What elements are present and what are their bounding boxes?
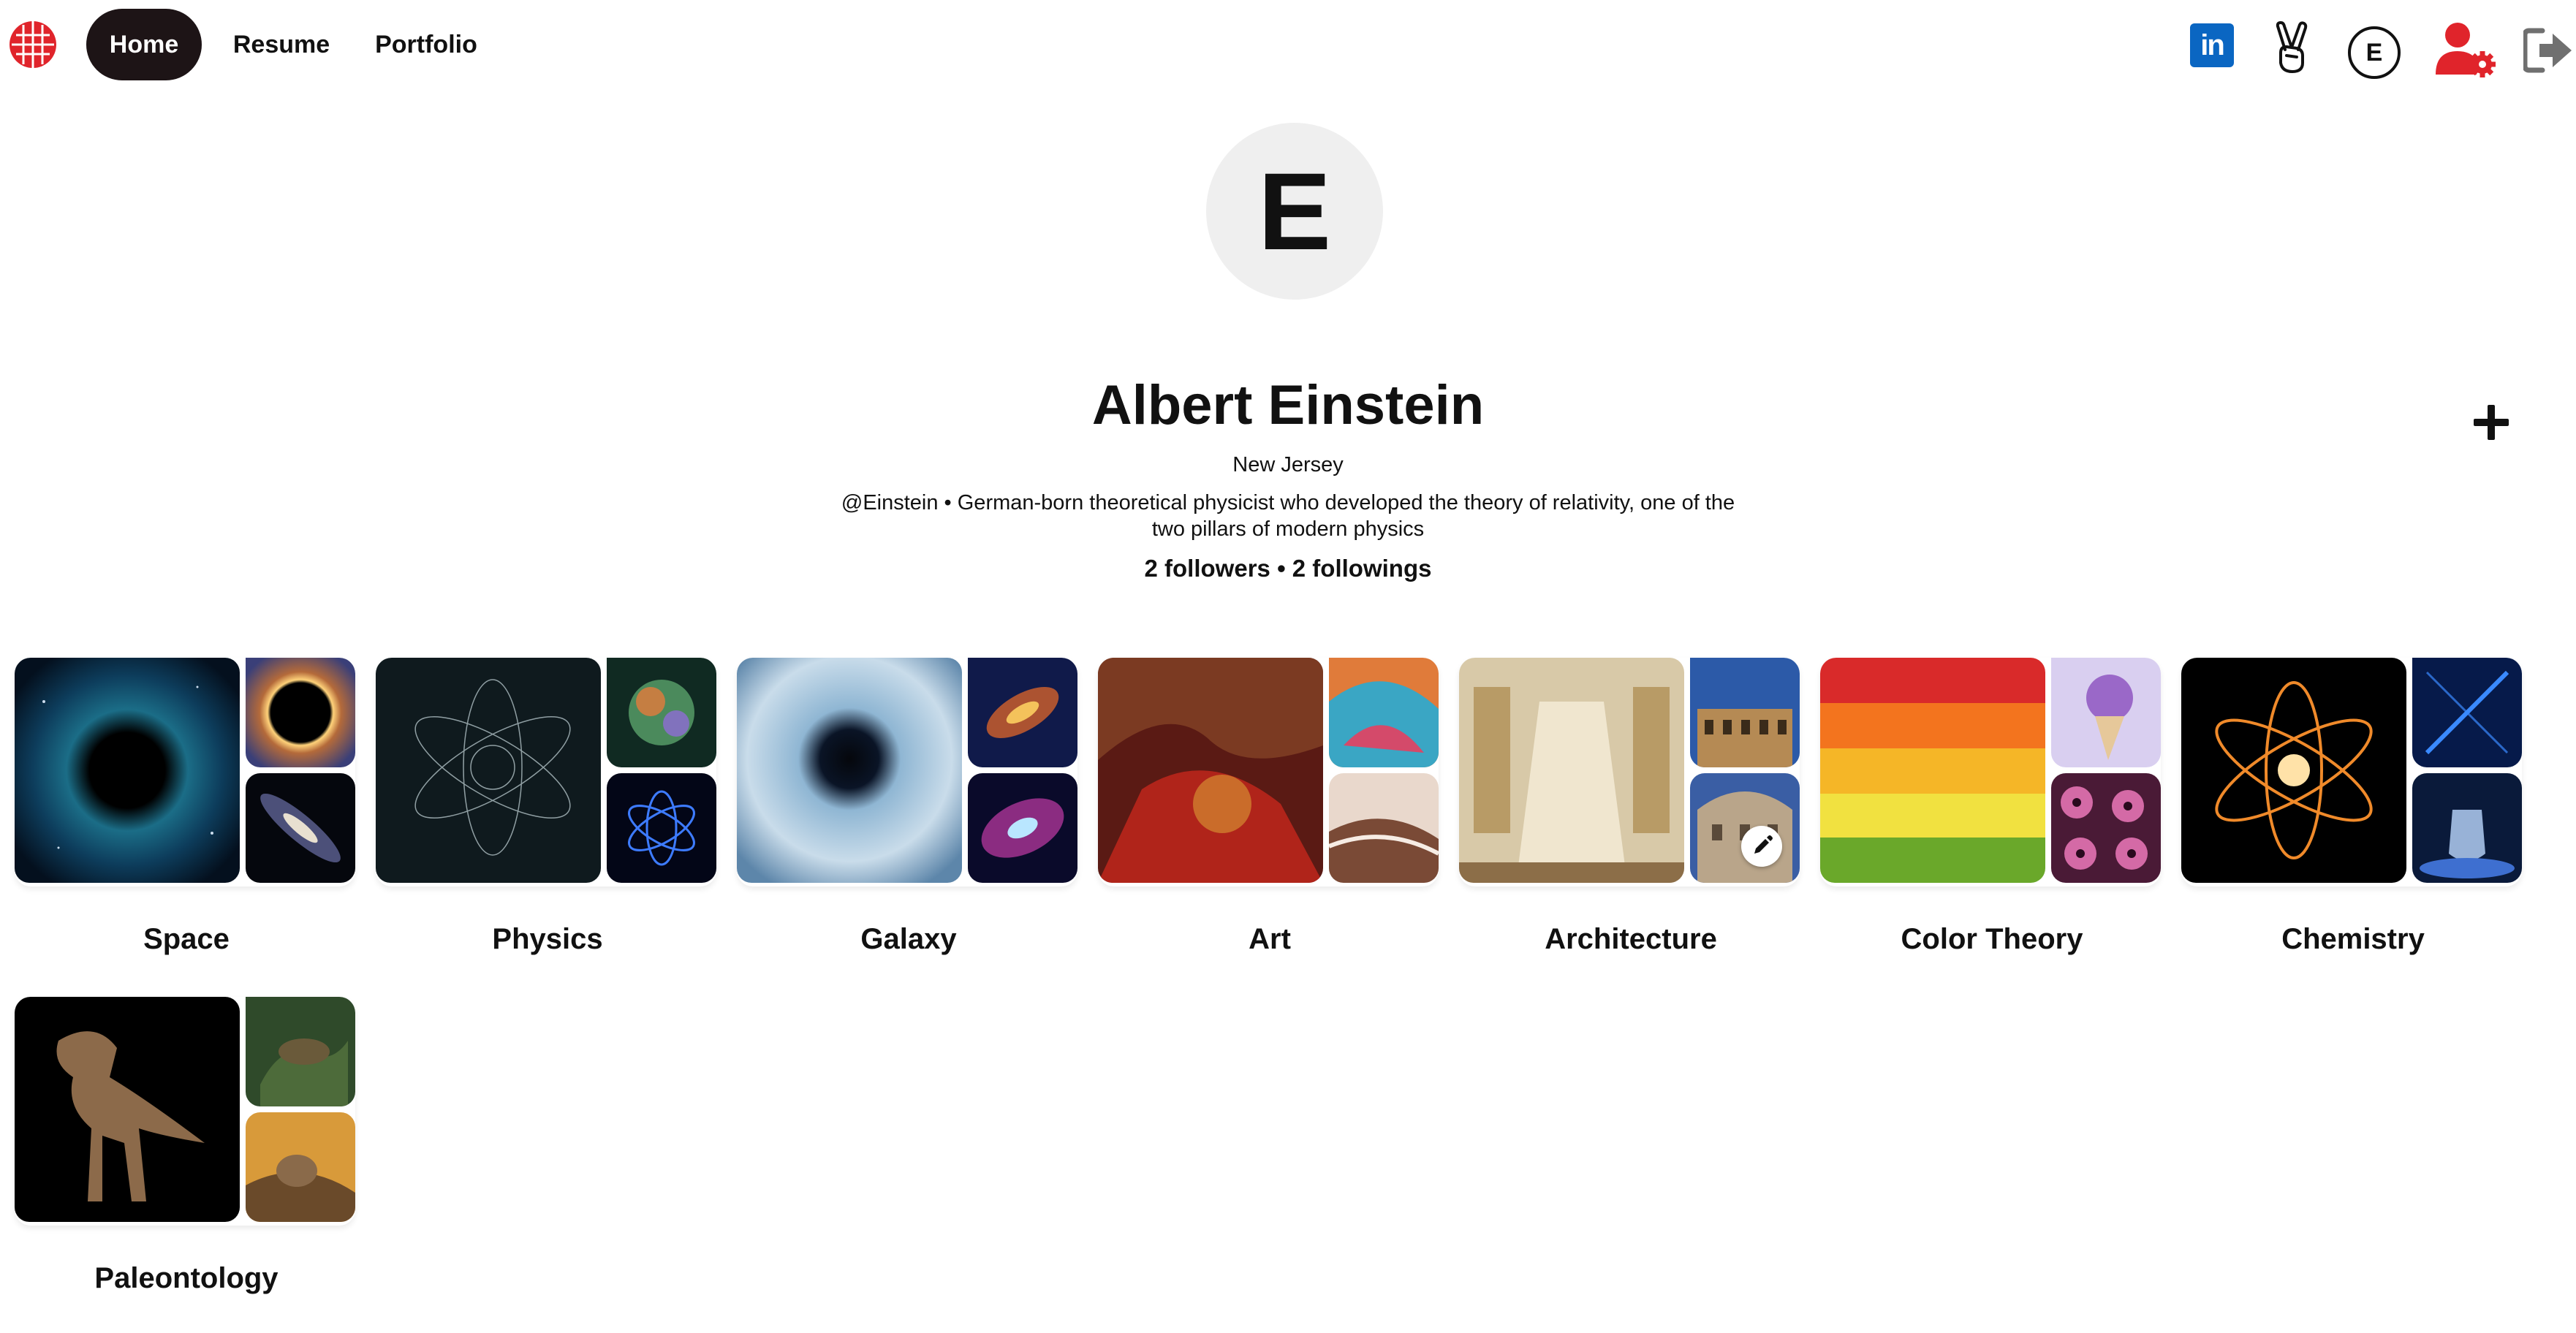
profile-bio: @Einstein • German-born theoretical phys…	[841, 491, 1735, 541]
board-card-space[interactable]: Space	[15, 658, 358, 972]
board-main-image	[1820, 658, 2045, 883]
board-main-image	[1459, 658, 1684, 883]
nav-home-button[interactable]: Home	[86, 9, 202, 80]
board-title: Galaxy	[860, 923, 957, 955]
board-card-architecture[interactable]: Architecture	[1459, 658, 1803, 972]
board-main-image	[15, 997, 240, 1222]
board-main-image	[737, 658, 962, 883]
board-card-color-theory[interactable]: Color Theory	[1820, 658, 2164, 972]
board-card-galaxy[interactable]: Galaxy	[737, 658, 1080, 972]
board-title: Chemistry	[2281, 923, 2425, 955]
board-thumb-image	[968, 658, 1077, 767]
board-cover	[737, 658, 1077, 886]
board-card-chemistry[interactable]: Chemistry	[2181, 658, 2525, 972]
board-thumb-image	[246, 773, 355, 883]
profile-location: New Jersey	[1232, 453, 1344, 476]
top-nav-bar: Home Resume Portfolio in E	[0, 0, 2576, 88]
board-thumb-image	[1690, 658, 1800, 767]
board-thumb-image	[1329, 773, 1439, 883]
board-title: Architecture	[1545, 923, 1717, 955]
profile-avatar: E	[1206, 123, 1383, 300]
board-main-image	[15, 658, 240, 883]
board-thumb-image	[2051, 773, 2161, 883]
globe-logo-icon[interactable]	[7, 19, 58, 70]
board-main-image	[376, 658, 601, 883]
board-card-paleontology[interactable]: Paleontology	[15, 997, 358, 1311]
board-thumb-image	[2412, 658, 2522, 767]
board-thumb-image	[2051, 658, 2161, 767]
board-card-physics[interactable]: Physics	[376, 658, 719, 972]
follow-stats[interactable]: 2 followers • 2 followings	[923, 552, 1653, 585]
user-settings-icon[interactable]	[2434, 22, 2496, 77]
board-thumb-image	[607, 658, 716, 767]
board-card-art[interactable]: Art	[1098, 658, 1442, 972]
pencil-icon	[1754, 835, 1773, 854]
nav-resume-link[interactable]: Resume	[216, 9, 346, 80]
board-thumb-image	[1329, 658, 1439, 767]
plus-icon[interactable]	[2471, 402, 2512, 443]
board-title: Color Theory	[1901, 923, 2083, 955]
board-thumb-image	[246, 997, 355, 1106]
board-thumb-image	[246, 658, 355, 767]
board-title: Space	[143, 923, 230, 955]
board-title: Art	[1249, 923, 1291, 955]
peace-hand-icon[interactable]	[2270, 20, 2314, 73]
board-thumb-image	[2412, 773, 2522, 883]
board-cover	[15, 658, 355, 886]
board-title: Physics	[492, 923, 603, 955]
user-avatar-button[interactable]: E	[2348, 26, 2401, 79]
nav-portfolio-link[interactable]: Portfolio	[364, 9, 488, 80]
logout-icon[interactable]	[2523, 28, 2573, 73]
edit-board-button[interactable]	[1741, 826, 1782, 867]
board-main-image	[1098, 658, 1323, 883]
board-title: Paleontology	[94, 1262, 279, 1294]
board-cover	[15, 997, 355, 1226]
board-cover	[376, 658, 716, 886]
board-thumb-image	[968, 773, 1077, 883]
profile-name: Albert Einstein	[1091, 374, 1485, 436]
linkedin-icon[interactable]: in	[2190, 23, 2234, 67]
board-thumb-image	[607, 773, 716, 883]
board-cover	[1098, 658, 1439, 886]
board-cover	[1820, 658, 2161, 886]
board-cover	[2181, 658, 2522, 886]
board-main-image	[2181, 658, 2406, 883]
board-thumb-image	[246, 1112, 355, 1222]
